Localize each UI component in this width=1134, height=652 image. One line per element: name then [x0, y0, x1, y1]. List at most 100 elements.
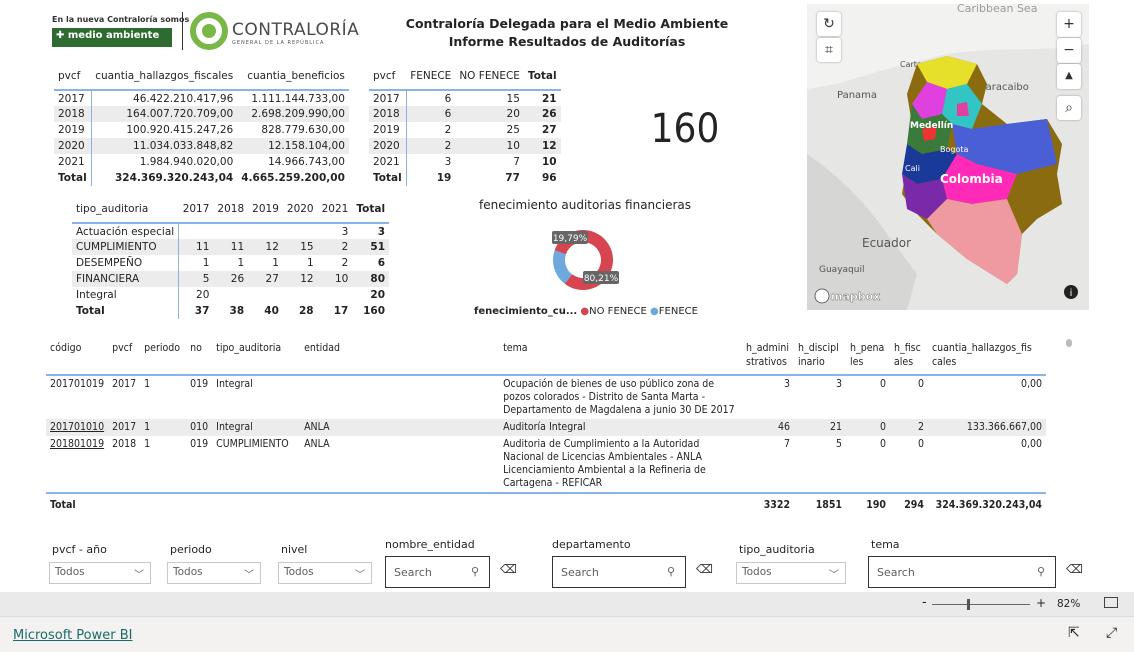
- donut-chart[interactable]: 19,79% 80,21%: [540, 222, 630, 302]
- compass-icon[interactable]: ▲: [1057, 64, 1081, 89]
- col-header[interactable]: 2017: [179, 195, 214, 223]
- col-header[interactable]: tipo_auditoria: [72, 195, 179, 223]
- table-row[interactable]: Integral 20 20: [72, 287, 389, 303]
- zoom-level: 82%: [1057, 598, 1081, 610]
- search-input[interactable]: Search: [394, 566, 432, 579]
- col-header[interactable]: h_discipl inario: [794, 337, 846, 375]
- zoom-out-page-button[interactable]: -: [922, 595, 927, 610]
- col-header[interactable]: 2021: [318, 195, 353, 223]
- search-input[interactable]: Search: [877, 566, 915, 579]
- col-header[interactable]: periodo: [140, 337, 186, 375]
- col-header[interactable]: tipo_auditoria: [212, 337, 300, 375]
- map-canvas[interactable]: Caribbean Sea Maracaibo Cartagena Panama…: [807, 4, 1089, 310]
- table-row[interactable]: 201801019 2018 1 019 CUMPLIMIENTO ANLA Auditor…: [46, 436, 1046, 493]
- col-header[interactable]: pvcf: [369, 62, 406, 90]
- table-row[interactable]: Actuación especial 3 3: [72, 223, 389, 239]
- logo-badge-text: medio ambiente: [67, 30, 160, 41]
- fit-to-page-icon[interactable]: [1104, 597, 1118, 608]
- codigo-link[interactable]: 201801019: [46, 436, 108, 493]
- eraser-icon[interactable]: ⌫: [696, 562, 713, 576]
- col-header[interactable]: pvcf: [108, 337, 140, 375]
- row-header: DESEMPEÑO: [72, 255, 180, 271]
- col-header[interactable]: Total: [352, 195, 389, 223]
- col-header[interactable]: Total: [524, 62, 561, 90]
- col-header[interactable]: h_fisc ales: [890, 337, 928, 375]
- fullscreen-icon[interactable]: ⤢: [1106, 625, 1117, 641]
- zoom-slider-thumb[interactable]: [967, 599, 971, 610]
- slicer-search-nombre_entidad[interactable]: Search ⚲: [385, 556, 490, 588]
- contraloria-logo: CONTRALORÍA GENERAL DE LA REPÚBLICA: [190, 12, 359, 52]
- col-header[interactable]: h_admini strativos: [742, 337, 794, 375]
- table-row[interactable]: 2017 6 15 21: [369, 90, 561, 106]
- cell-value: ANLA: [300, 419, 500, 436]
- legend-item-no-fenece[interactable]: NO FENECE: [589, 306, 647, 317]
- legend-item-fenece[interactable]: FENECE: [659, 306, 698, 317]
- slicer-label-pvcf: pvcf - año: [52, 543, 107, 556]
- col-header[interactable]: cuantia_hallazgos_fiscales: [91, 62, 237, 90]
- col-header[interactable]: NO FENECE: [455, 62, 524, 90]
- cell-value: 0,00: [1020, 378, 1042, 390]
- col-header[interactable]: pvcf: [54, 62, 91, 90]
- col-header[interactable]: tema: [499, 337, 742, 375]
- slicer-dropdown-nivel[interactable]: Todos ﹀: [278, 562, 372, 584]
- table-row[interactable]: 2018 164.007.720.709,00 2.698.209.990,00: [54, 106, 349, 122]
- col-header[interactable]: FENECE: [406, 62, 455, 90]
- eraser-icon[interactable]: ⌫: [1066, 562, 1083, 576]
- table-row[interactable]: CUMPLIMIENTO 11 11 12 15 2 51: [72, 239, 390, 255]
- col-header[interactable]: entidad: [300, 337, 499, 375]
- cell-value: 12: [248, 239, 283, 255]
- col-header[interactable]: no: [186, 337, 212, 375]
- table-row[interactable]: 201701019 2017 1 019 Integral Ocupación de bi…: [46, 375, 1046, 419]
- cell-value: CUMPLIMIENTO: [216, 438, 289, 450]
- zoom-slider[interactable]: [932, 604, 1030, 605]
- slicer-dropdown-pvcf[interactable]: Todos ﹀: [49, 562, 151, 584]
- share-icon[interactable]: ⇱: [1068, 625, 1080, 641]
- table-row[interactable]: FINANCIERA 5 26 27 12 10 80: [72, 271, 390, 287]
- eraser-icon[interactable]: ⌫: [500, 562, 517, 576]
- scrollbar-thumb[interactable]: [1066, 339, 1072, 347]
- row-header: 2019: [54, 122, 92, 138]
- col-header[interactable]: 2018: [213, 195, 248, 223]
- chevron-down-icon: ﹀: [244, 570, 254, 581]
- cell-value: 2: [889, 419, 928, 436]
- table-row[interactable]: 2017 46.422.210.417,96 1.111.144.733,00: [54, 90, 349, 106]
- cell-value: 3: [341, 225, 349, 238]
- chevron-down-icon: ﹀: [134, 570, 144, 581]
- power-bi-link[interactable]: Microsoft Power BI: [13, 628, 132, 643]
- table-row[interactable]: 2021 3 7 10: [369, 154, 561, 170]
- search-input[interactable]: Search: [561, 566, 599, 579]
- total-row: Total 3322 1851 190 294 324.369.320.243,04: [46, 492, 1046, 514]
- cell-value: 2018: [112, 438, 137, 450]
- search-location-icon[interactable]: ⌕: [1057, 96, 1081, 120]
- cell-value: 12: [282, 271, 318, 287]
- table-row[interactable]: 2020 2 10 12: [369, 138, 561, 154]
- table-row[interactable]: 2018 6 20 26: [369, 106, 561, 122]
- total-cell: 19: [436, 172, 452, 184]
- table-row[interactable]: 201701010 2017 1 010 Integral ANLA Auditoría I…: [46, 419, 1046, 436]
- table-row[interactable]: DESEMPEÑO 1 1 1 1 2 6: [72, 255, 389, 271]
- col-header[interactable]: 2019: [248, 195, 283, 223]
- map-visual[interactable]: Caribbean Sea Maracaibo Cartagena Panama…: [807, 4, 1089, 310]
- codigo-link[interactable]: 201701019: [46, 375, 108, 419]
- table-row[interactable]: 2019 2 25 27: [369, 122, 561, 138]
- table-row[interactable]: 2020 11.034.033.848,82 12.158.104,00: [54, 138, 349, 154]
- zoom-in-page-button[interactable]: +: [1036, 596, 1046, 610]
- cell-value: 828.779.630,00: [261, 124, 345, 136]
- codigo-link[interactable]: 201701010: [46, 419, 109, 436]
- slicer-search-tema[interactable]: Search ⚲: [868, 556, 1056, 588]
- col-header[interactable]: 2020: [283, 195, 318, 223]
- lasso-select-icon[interactable]: ⌗: [817, 38, 841, 62]
- zoom-out-button[interactable]: −: [1057, 38, 1081, 63]
- col-header[interactable]: h_pena les: [846, 337, 890, 375]
- slicer-dropdown-periodo[interactable]: Todos ﹀: [167, 562, 261, 584]
- col-header[interactable]: cuantia_beneficios: [237, 62, 349, 90]
- col-header[interactable]: código: [46, 337, 108, 375]
- zoom-in-button[interactable]: +: [1057, 12, 1081, 37]
- cell-value: [283, 287, 318, 303]
- rotate-icon[interactable]: ↻: [817, 12, 841, 36]
- col-header[interactable]: cuantia_hallazgos_fis cales: [928, 337, 1046, 375]
- table-row[interactable]: 2021 1.984.940.020,00 14.966.743,00: [54, 154, 349, 170]
- slicer-search-departamento[interactable]: Search ⚲: [552, 556, 686, 588]
- table-row[interactable]: 2019 100.920.415.247,26 828.779.630,00: [54, 122, 349, 138]
- slicer-dropdown-tipo_auditoria[interactable]: Todos ﹀: [736, 562, 846, 584]
